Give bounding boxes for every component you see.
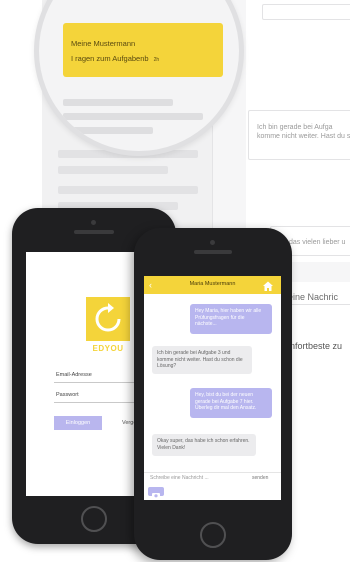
refresh-icon bbox=[95, 303, 121, 332]
conversation-preview: I ragen zum Aufgabenb 2h bbox=[71, 54, 159, 63]
edyou-logo bbox=[86, 297, 130, 341]
mag-line bbox=[63, 99, 173, 106]
mag-line bbox=[63, 113, 203, 120]
camera-icon[interactable] bbox=[148, 487, 164, 499]
highlighted-conversation-card: Meine Mustermann I ragen zum Aufgabenb 2… bbox=[63, 23, 223, 77]
bg-message-card: Ich bin gerade bei Aufga komme nicht wei… bbox=[248, 110, 350, 160]
chat-title: Maria Mustermann bbox=[189, 281, 236, 287]
bg-line bbox=[58, 166, 168, 174]
chat-message-sent: Hey Maria, hier haben wir alle Prüfungsf… bbox=[190, 304, 272, 334]
message-input[interactable]: Schreibe eine Nachricht ... bbox=[150, 475, 209, 481]
bg-card bbox=[262, 4, 350, 20]
logo-text: EDYOU bbox=[92, 344, 124, 353]
conversation-preview-text: I ragen zum Aufgabenb bbox=[71, 54, 149, 63]
bg-label-2: nfortbeste zu bbox=[290, 341, 343, 351]
chat-screen: ‹ Maria Mustermann Hey Maria, hier haben… bbox=[144, 276, 281, 500]
phone-speaker bbox=[194, 250, 232, 254]
home-button[interactable] bbox=[200, 522, 226, 548]
chat-message-received: Okay super, das habe ich schon erfahren.… bbox=[152, 434, 256, 456]
mag-line bbox=[63, 127, 153, 134]
home-button[interactable] bbox=[81, 506, 107, 532]
send-button[interactable]: senden bbox=[252, 475, 268, 481]
chat-message-sent: Hey, bist du bei der neuen gerade bei Au… bbox=[190, 388, 272, 418]
chat-message-received: Ich bin gerade bei Aufgabe 3 und komme n… bbox=[152, 346, 252, 374]
bg-message-text: Ich bin gerade bei Aufga komme nicht wei… bbox=[257, 124, 350, 140]
bg-card-text: das vielen lieber u bbox=[289, 239, 346, 246]
bg-divider bbox=[282, 304, 350, 305]
home-icon[interactable] bbox=[262, 279, 274, 291]
conversation-time: 2h bbox=[153, 57, 160, 63]
phone-camera bbox=[210, 240, 215, 245]
chat-phone: ‹ Maria Mustermann Hey Maria, hier haben… bbox=[134, 228, 292, 560]
bg-line bbox=[58, 186, 198, 194]
bg-label-1: eine Nachric bbox=[288, 292, 339, 302]
login-button[interactable]: Einloggen bbox=[54, 416, 102, 430]
phone-speaker bbox=[74, 230, 114, 234]
conversation-name: Meine Mustermann bbox=[71, 39, 136, 48]
phone-camera bbox=[91, 220, 96, 225]
